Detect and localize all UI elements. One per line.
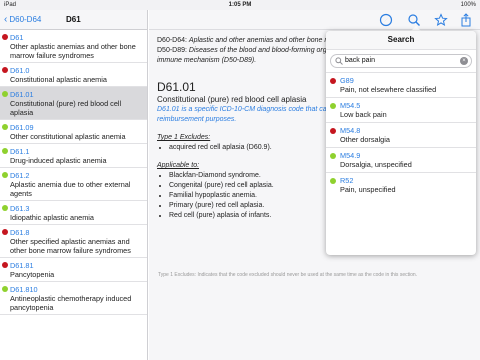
search-popover: Search back pain × G89 Pain, not elsewher… bbox=[326, 31, 476, 255]
search-result[interactable]: M54.5 Low back pain bbox=[326, 97, 476, 122]
sidebar-item-desc: Other constitutional aplastic anemia bbox=[10, 132, 126, 141]
status-dot-icon bbox=[2, 172, 8, 178]
sidebar: ‹ D60-D64 D61 D61 Other aplastic anemias a… bbox=[0, 10, 148, 360]
result-code: M54.5 bbox=[340, 101, 361, 110]
sidebar-item[interactable]: D61.810 Antineoplastic chemotherapy induc… bbox=[0, 282, 147, 315]
sidebar-item-desc: Drug-induced aplastic anemia bbox=[10, 156, 107, 165]
compass-icon[interactable] bbox=[379, 13, 393, 27]
result-desc: Low back pain bbox=[340, 110, 387, 119]
search-query: back pain bbox=[345, 57, 375, 64]
status-dot-icon bbox=[2, 262, 8, 268]
clear-icon[interactable]: × bbox=[460, 57, 468, 65]
star-icon[interactable] bbox=[434, 13, 448, 27]
search-result[interactable]: M54.8 Other dorsalgia bbox=[326, 122, 476, 147]
sidebar-item[interactable]: D61.2 Aplastic anemia due to other extern… bbox=[0, 168, 147, 201]
sidebar-item[interactable]: D61.09 Other constitutional aplastic anem… bbox=[0, 120, 147, 144]
search-results: G89 Pain, not elsewhere classified M54.5 Lo… bbox=[326, 72, 476, 197]
status-dot-icon bbox=[2, 67, 8, 73]
toolbar bbox=[149, 10, 480, 30]
search-input[interactable]: back pain × bbox=[330, 54, 472, 68]
result-code: M54.8 bbox=[340, 126, 361, 135]
sidebar-item-code: D61.2 bbox=[10, 171, 30, 180]
status-dot-icon bbox=[330, 78, 336, 84]
status-dot-icon bbox=[2, 229, 8, 235]
search-icon[interactable] bbox=[407, 13, 421, 27]
popover-title: Search bbox=[326, 31, 476, 50]
search-result[interactable]: G89 Pain, not elsewhere classified bbox=[326, 72, 476, 97]
sidebar-item-code: D61.81 bbox=[10, 261, 34, 270]
sidebar-item-desc: Antineoplastic chemotherapy induced panc… bbox=[10, 294, 132, 312]
sidebar-item-code: D61.0 bbox=[10, 66, 30, 75]
status-dot-icon bbox=[2, 124, 8, 130]
search-result[interactable]: R52 Pain, unspecified bbox=[326, 172, 476, 197]
sidebar-item[interactable]: D61.0 Constitutional aplastic anemia bbox=[0, 63, 147, 87]
magnifier-icon bbox=[335, 57, 343, 70]
result-code: M54.9 bbox=[340, 151, 361, 160]
sidebar-item[interactable]: D61.1 Drug-induced aplastic anemia bbox=[0, 144, 147, 168]
sidebar-item[interactable]: D61.8 Other specified aplastic anemias an… bbox=[0, 225, 147, 258]
sidebar-item-code: D61.09 bbox=[10, 123, 34, 132]
result-desc: Pain, unspecified bbox=[340, 185, 396, 194]
share-icon[interactable] bbox=[459, 13, 473, 27]
sidebar-item-code: D61.3 bbox=[10, 204, 30, 213]
back-button[interactable]: ‹ D60-D64 bbox=[4, 10, 41, 30]
sidebar-item-desc: Other aplastic anemias and other bone ma… bbox=[10, 42, 136, 60]
back-button-label: D60-D64 bbox=[9, 15, 42, 24]
status-dot-icon bbox=[2, 205, 8, 211]
sidebar-item-code: D61.810 bbox=[10, 285, 38, 294]
code-list: D61 Other aplastic anemias and other bone… bbox=[0, 30, 147, 315]
status-bar: iPad 1:05 PM 100% bbox=[0, 0, 480, 10]
breadcrumb-code: D60-D64 bbox=[157, 37, 186, 44]
sidebar-item[interactable]: D61.81 Pancytopenia bbox=[0, 258, 147, 282]
sidebar-item-code: D61 bbox=[10, 33, 24, 42]
footnote: Type 1 Excludes: Indicates that the code… bbox=[158, 272, 418, 278]
sidebar-item-code: D61.1 bbox=[10, 147, 30, 156]
status-dot-icon bbox=[330, 103, 336, 109]
sidebar-item[interactable]: D61.3 Idiopathic aplastic anemia bbox=[0, 201, 147, 225]
sidebar-item-desc: Pancytopenia bbox=[10, 270, 55, 279]
sidebar-item-desc: Constitutional (pure) red blood cell apl… bbox=[10, 99, 122, 117]
sidebar-item-desc: Constitutional aplastic anemia bbox=[10, 75, 107, 84]
status-time: 1:05 PM bbox=[228, 2, 252, 8]
sidebar-item-code: D61.8 bbox=[10, 228, 30, 237]
result-desc: Dorsalgia, unspecified bbox=[340, 160, 412, 169]
result-code: R52 bbox=[340, 176, 354, 185]
sidebar-item-desc: Other specified aplastic anemias and oth… bbox=[10, 237, 131, 255]
status-dot-icon bbox=[2, 34, 8, 40]
sidebar-header: ‹ D60-D64 D61 bbox=[0, 10, 147, 30]
sidebar-item-code: D61.01 bbox=[10, 90, 34, 99]
search-result[interactable]: M54.9 Dorsalgia, unspecified bbox=[326, 147, 476, 172]
status-dot-icon bbox=[330, 153, 336, 159]
status-dot-icon bbox=[2, 148, 8, 154]
sidebar-title: D61 bbox=[66, 15, 81, 24]
result-desc: Pain, not elsewhere classified bbox=[340, 85, 437, 94]
status-dot-icon bbox=[330, 178, 336, 184]
battery-level: 100% bbox=[460, 2, 476, 8]
chevron-left-icon: ‹ bbox=[4, 14, 8, 25]
sidebar-item-desc: Idiopathic aplastic anemia bbox=[10, 213, 94, 222]
breadcrumb-code: D50-D89 bbox=[157, 47, 186, 54]
sidebar-item[interactable]: D61 Other aplastic anemias and other bone… bbox=[0, 30, 147, 63]
status-dot-icon bbox=[2, 286, 8, 292]
sidebar-item[interactable]: D61.01 Constitutional (pure) red blood ce… bbox=[0, 87, 147, 120]
result-desc: Other dorsalgia bbox=[340, 135, 390, 144]
result-code: G89 bbox=[340, 76, 354, 85]
status-dot-icon bbox=[2, 91, 8, 97]
status-dot-icon bbox=[330, 128, 336, 134]
sidebar-item-desc: Aplastic anemia due to other external ag… bbox=[10, 180, 131, 198]
